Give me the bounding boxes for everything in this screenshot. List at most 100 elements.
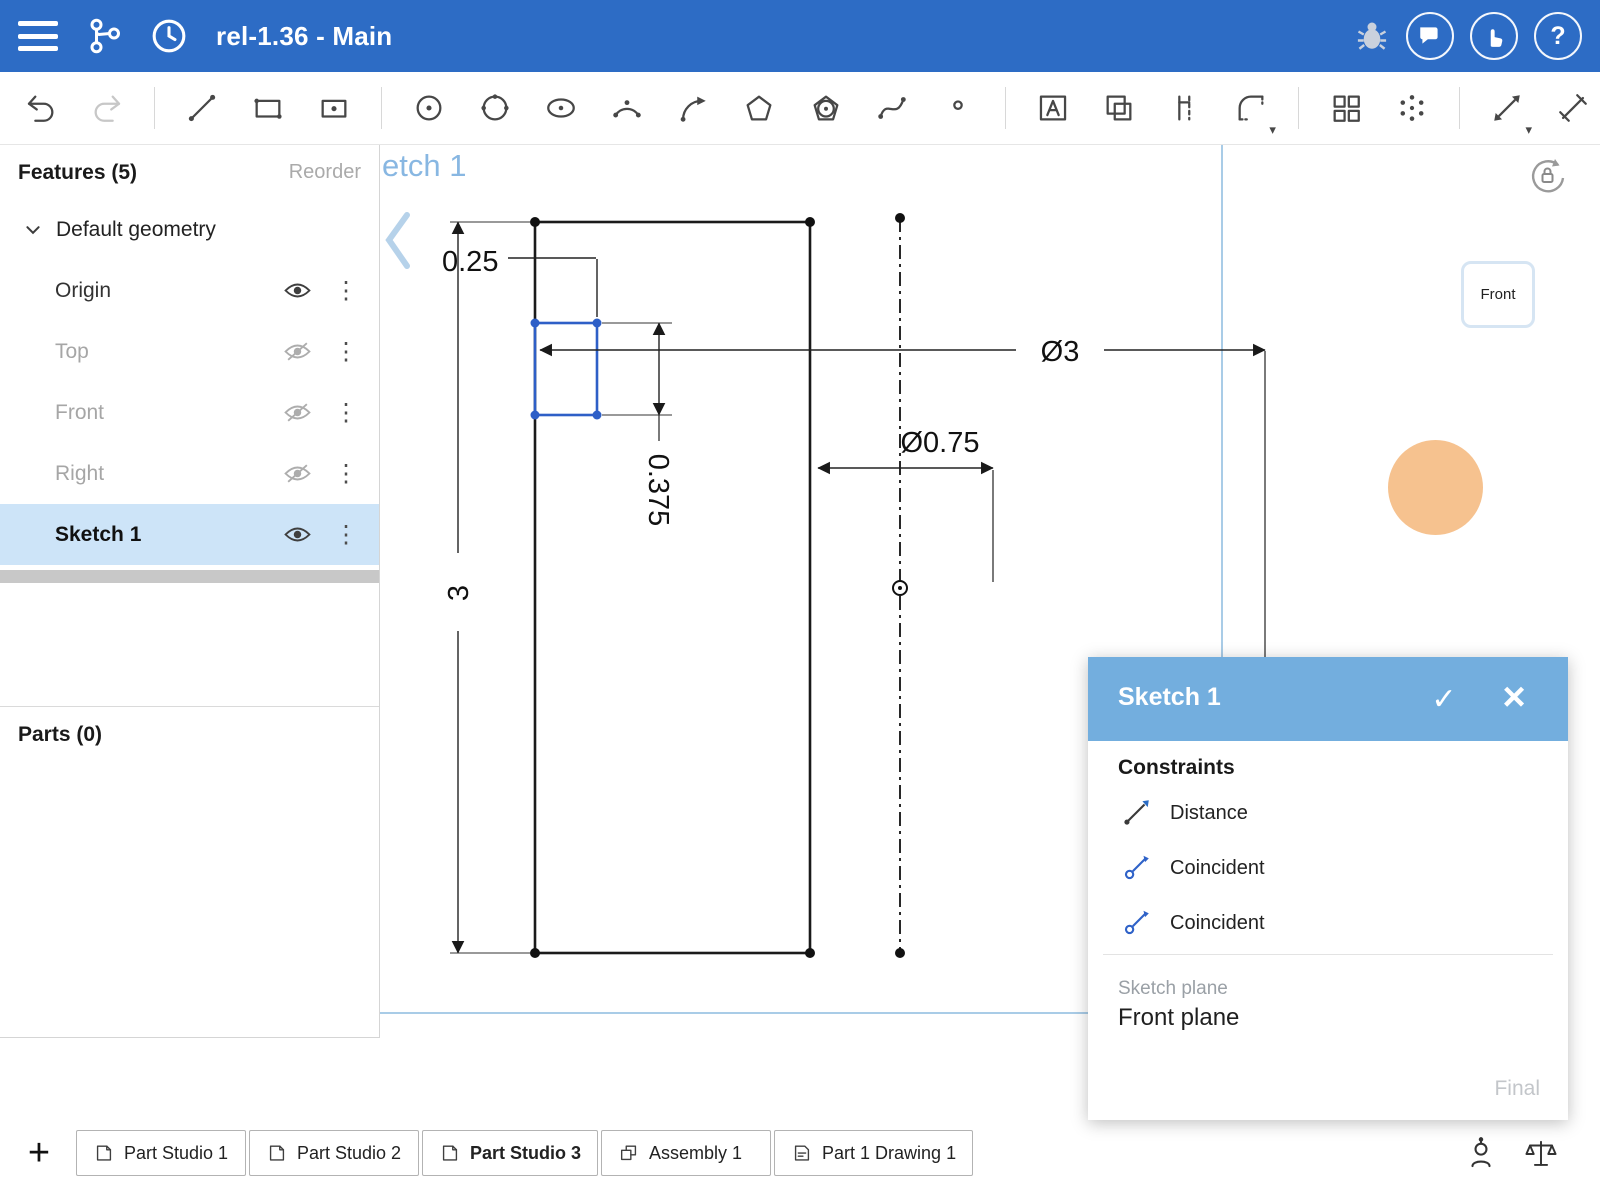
corner-rectangle-icon [251,91,285,125]
spline-tool-button[interactable] [865,80,919,136]
sketch-text-tool-button[interactable] [1026,80,1080,136]
visibility-toggle[interactable] [282,280,312,302]
add-tab-button[interactable]: + [18,1130,60,1176]
help-button[interactable]: ? [1534,12,1582,60]
kebab-menu-icon[interactable]: ⋮ [334,520,354,549]
visibility-toggle[interactable] [282,402,312,424]
check-icon: ✓ [1431,682,1456,717]
tangent-arc-tool-button[interactable] [666,80,720,136]
kebab-menu-icon[interactable]: ⋮ [334,398,354,427]
feature-item-top[interactable]: Top ⋮ [0,321,379,382]
part-studio-icon [439,1142,461,1164]
ellipse-icon [544,91,578,125]
construction-centerline[interactable] [893,213,907,958]
dropdown-caret-icon[interactable]: ▾ [1269,123,1276,136]
feature-item-front[interactable]: Front ⋮ [0,382,379,443]
circular-pattern-tool-button[interactable] [1385,80,1439,136]
tab-part-studio-1[interactable]: Part Studio 1 [76,1130,246,1176]
document-title[interactable]: rel-1.36 - Main [216,21,392,52]
units-button[interactable] [1522,1134,1560,1174]
plus-icon: + [28,1132,50,1175]
undo-button[interactable] [14,80,68,136]
scale-icon [1524,1137,1558,1171]
use-project-icon [1102,91,1136,125]
constraint-row-coincident-1[interactable]: Coincident [1088,841,1568,895]
selected-sketch-rectangle[interactable] [531,319,602,420]
dim-height-total[interactable]: 3 [443,585,475,601]
visibility-toggle[interactable] [282,524,312,546]
sketch-dialog: Sketch 1 ✓ × Constraints Distance Coinci… [1088,657,1568,1120]
redo-button[interactable] [80,80,134,136]
close-button[interactable]: × [1491,673,1537,721]
parts-section: Parts (0) [0,706,379,747]
use-project-tool-button[interactable] [1092,80,1146,136]
kebab-menu-icon[interactable]: ⋮ [334,276,354,305]
dim-height-small[interactable]: 0.375 [642,454,674,527]
view-cube-front[interactable]: Front [1461,261,1535,328]
feature-item-origin[interactable]: Origin ⋮ [0,260,379,321]
three-point-arc-tool-button[interactable] [600,80,654,136]
kebab-menu-icon[interactable]: ⋮ [334,459,354,488]
sketch-rectangle[interactable] [530,217,815,958]
center-circle-tool-button[interactable] [402,80,456,136]
corner-rectangle-tool-button[interactable] [241,80,295,136]
comments-icon [1417,23,1443,49]
dim-width-small[interactable]: 0.25 [442,246,498,278]
history-button[interactable] [150,17,188,55]
perimeter-circle-tool-button[interactable] [468,80,522,136]
kebab-menu-icon[interactable]: ⋮ [334,337,354,366]
polygon-tool-button[interactable] [732,80,786,136]
view-rotate-lock-button[interactable] [1524,153,1570,199]
confirm-button[interactable]: ✓ [1421,677,1467,721]
point-icon [941,91,975,125]
linear-pattern-tool-button[interactable] [1319,80,1373,136]
visibility-toggle[interactable] [282,463,312,485]
tab-part-studio-3[interactable]: Part Studio 3 [422,1130,598,1176]
three-point-arc-icon [610,91,644,125]
measure-tool-button[interactable] [1546,80,1600,136]
final-label: Final [1494,1077,1540,1101]
assistant-button[interactable] [1462,1134,1500,1174]
hamburger-menu-icon[interactable] [18,21,58,51]
sketch-overlay-label: etch 1 [382,148,466,183]
dropdown-caret-icon[interactable]: ▾ [1525,123,1532,136]
tab-part-1-drawing-1[interactable]: Part 1 Drawing 1 [774,1130,973,1176]
dim-dia-inner[interactable]: Ø0.75 [901,427,980,459]
feature-item-sketch-1[interactable]: Sketch 1 ⋮ [0,504,379,565]
view-cube-label: Front [1480,286,1515,303]
toolbar-divider [381,87,382,129]
part-studio-icon [93,1142,115,1164]
ellipse-tool-button[interactable] [534,80,588,136]
dimension-tool-button[interactable]: ▾ [1480,80,1534,136]
dim-lines-dia-inner [818,468,993,582]
bug-icon[interactable] [1354,18,1390,54]
constraint-label: Distance [1170,802,1248,825]
rollback-bar[interactable] [0,570,379,583]
sketch-plane-value[interactable]: Front plane [1118,1004,1239,1032]
collapse-panel-icon[interactable] [389,215,407,266]
follow-mode-button[interactable] [1470,12,1518,60]
trim-tool-button[interactable] [1158,80,1212,136]
versions-button[interactable] [84,16,124,56]
comments-button[interactable] [1406,12,1454,60]
point-tool-button[interactable] [931,80,985,136]
dim-dia-outer[interactable]: Ø3 [1041,336,1080,368]
reorder-button[interactable]: Reorder [289,161,361,184]
inscribed-polygon-tool-button[interactable] [799,80,853,136]
constraint-row-distance[interactable]: Distance [1088,786,1568,840]
fillet-tool-button[interactable]: ▾ [1224,80,1278,136]
toolbar-divider [1005,87,1006,129]
help-icon: ? [1550,22,1565,51]
line-tool-button[interactable] [175,80,229,136]
center-rectangle-tool-button[interactable] [307,80,361,136]
feature-item-label: Top [55,340,89,364]
assembly-icon [618,1142,640,1164]
visibility-toggle[interactable] [282,341,312,363]
feature-item-right[interactable]: Right ⋮ [0,443,379,504]
feature-group-default-geometry[interactable]: Default geometry [0,200,379,260]
constraint-row-coincident-2[interactable]: Coincident [1088,896,1568,950]
tab-label: Part Studio 1 [124,1143,228,1164]
tab-assembly-1[interactable]: Assembly 1 [601,1130,771,1176]
tab-part-studio-2[interactable]: Part Studio 2 [249,1130,419,1176]
sketch-plane-label: Sketch plane [1118,978,1228,1000]
